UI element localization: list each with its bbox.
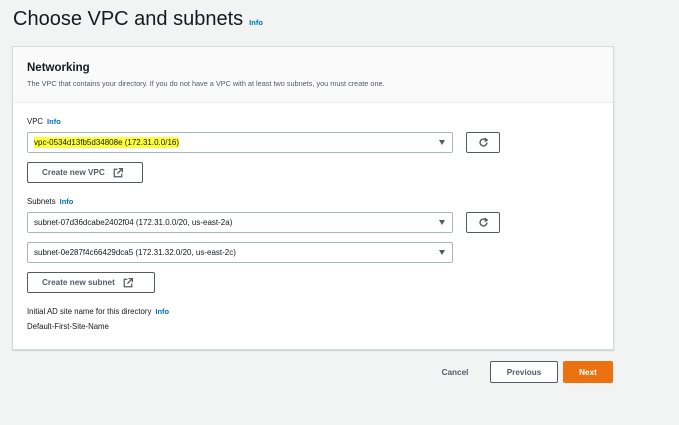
ad-site-value: Default-First-Site-Name xyxy=(27,322,109,331)
refresh-icon xyxy=(478,217,488,227)
subnet-2-select[interactable]: subnet-0e287f4c66429dca5 (172.31.32.0/20… xyxy=(27,242,453,263)
networking-description: The VPC that contains your directory. If… xyxy=(27,79,385,88)
cancel-button[interactable]: Cancel xyxy=(432,362,478,383)
create-vpc-label: Create new VPC xyxy=(42,168,105,177)
ad-site-label: Initial AD site name for this directory … xyxy=(27,307,169,316)
page-title: Choose VPC and subnets Info xyxy=(13,8,263,31)
vpc-selected-value: vpc-0534d13fb5d34808e (172.31.0.0/16) xyxy=(34,137,180,148)
subnets-info-link[interactable]: Info xyxy=(60,197,74,206)
create-subnet-label: Create new subnet xyxy=(42,278,115,287)
networking-title: Networking xyxy=(27,62,90,74)
ad-site-label-text: Initial AD site name for this directory xyxy=(27,307,152,316)
page-title-text: Choose VPC and subnets xyxy=(13,8,244,30)
create-vpc-button[interactable]: Create new VPC xyxy=(27,162,143,183)
external-link-icon xyxy=(123,277,133,287)
subnet-1-select[interactable]: subnet-07d36dcabe2402f04 (172.31.0.0/20,… xyxy=(27,212,453,233)
subnets-label-text: Subnets xyxy=(27,197,56,206)
subnet-1-value: subnet-07d36dcabe2402f04 (172.31.0.0/20,… xyxy=(34,218,233,227)
create-subnet-button[interactable]: Create new subnet xyxy=(27,272,155,293)
vpc-select[interactable]: vpc-0534d13fb5d34808e (172.31.0.0/16) xyxy=(27,132,453,153)
vpc-label-text: VPC xyxy=(27,117,44,126)
page-info-link[interactable]: Info xyxy=(249,18,263,27)
next-button[interactable]: Next xyxy=(563,361,613,383)
subnet-2-value: subnet-0e287f4c66429dca5 (172.31.32.0/20… xyxy=(34,248,236,257)
caret-down-icon xyxy=(439,250,445,255)
subnets-label: Subnets Info xyxy=(27,197,73,206)
ad-site-info-link[interactable]: Info xyxy=(155,307,169,316)
previous-button[interactable]: Previous xyxy=(490,361,558,383)
networking-panel: Networking The VPC that contains your di… xyxy=(12,46,614,350)
subnet-refresh-button[interactable] xyxy=(466,212,500,233)
external-link-icon xyxy=(113,167,123,177)
caret-down-icon xyxy=(439,140,445,145)
vpc-refresh-button[interactable] xyxy=(466,132,500,153)
vpc-label: VPC Info xyxy=(27,117,61,126)
vpc-info-link[interactable]: Info xyxy=(47,117,61,126)
caret-down-icon xyxy=(439,220,445,225)
refresh-icon xyxy=(478,137,488,147)
networking-panel-header: Networking The VPC that contains your di… xyxy=(13,47,613,103)
